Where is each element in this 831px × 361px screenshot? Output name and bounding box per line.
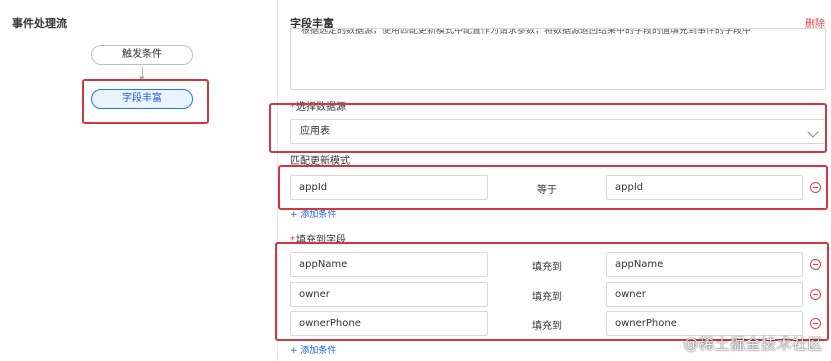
field-enrichment-panel: 字段丰富 删除 根据选定的数据源，使用匹配更新模式中配置作为请求参数，将数据源返… xyxy=(269,0,831,361)
event-flow-panel: 事件处理流 触发条件 ▼ 字段丰富 xyxy=(0,0,278,361)
watermark: @稀土掘金技术社区 xyxy=(683,335,823,353)
description-textarea[interactable]: 根据选定的数据源，使用匹配更新模式中配置作为请求参数，将数据源返回结果中的字段的… xyxy=(290,28,826,90)
flow-node-trigger-condition[interactable]: 触发条件 xyxy=(91,45,193,65)
add-fill-condition-link[interactable]: + 添加条件 xyxy=(290,343,336,356)
highlight-box-data-source xyxy=(269,103,827,153)
highlight-box-fill-fields xyxy=(275,242,829,341)
event-flow-title: 事件处理流 xyxy=(12,17,67,30)
description-text: 根据选定的数据源，使用匹配更新模式中配置作为请求参数，将数据源返回结果中的字段的… xyxy=(301,28,752,36)
highlight-box-node xyxy=(82,79,209,124)
highlight-box-match-mode xyxy=(278,165,828,210)
